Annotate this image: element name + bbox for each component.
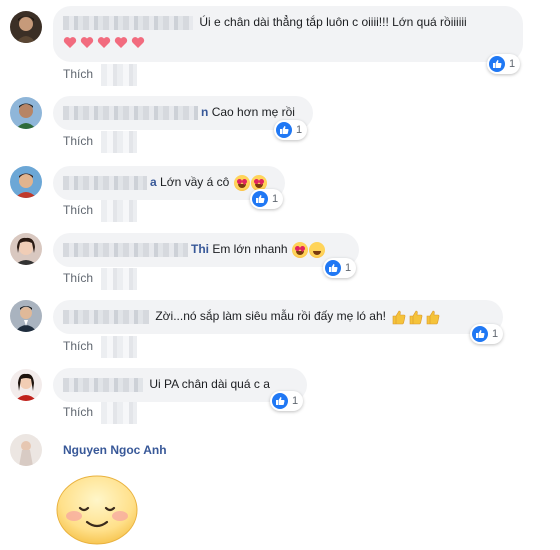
comment-bubble: Úi e chân dài thẳng tắp luôn c oiiii!!! … <box>53 6 523 62</box>
reaction-count[interactable]: 1 <box>487 54 521 74</box>
avatar[interactable] <box>10 369 42 401</box>
reaction-count[interactable]: 1 <box>323 258 357 278</box>
avatar[interactable] <box>10 97 42 129</box>
thumbs-up-emoji-icon <box>410 310 423 325</box>
heart-icon <box>97 37 111 49</box>
comment-bubble: Thi Em lớn nhanh <box>53 233 359 267</box>
avatar[interactable] <box>10 434 42 466</box>
blurred-name <box>63 309 149 324</box>
comment-bubble: Zời...nó sắp làm siêu mẫu rồi đấy mẹ ló … <box>53 300 503 334</box>
reaction-count[interactable]: 1 <box>250 189 284 209</box>
heart-eyes-emoji-icon <box>233 174 250 191</box>
comment-text: Ui PA chân dài quá c a <box>149 377 270 391</box>
like-link[interactable]: Thích <box>63 67 93 81</box>
blurred-name <box>63 175 147 190</box>
like-icon <box>472 326 488 342</box>
reaction-count[interactable]: 1 <box>274 120 308 140</box>
comment-text: Zời...nó sắp làm siêu mẫu rồi đấy mẹ ló … <box>155 309 386 323</box>
comment-actions: Thích <box>63 268 138 290</box>
heart-icon <box>131 37 145 49</box>
heart-icon <box>63 37 77 49</box>
comment-actions: Thích <box>63 200 138 222</box>
smiling-face-sticker-icon <box>56 475 138 545</box>
comment-actions: Thích <box>63 64 138 86</box>
thumbs-up-emoji-icon <box>393 310 406 325</box>
heart-icon <box>114 37 128 49</box>
comment-actions: Thích <box>63 402 138 424</box>
heart-icon <box>80 37 94 49</box>
avatar[interactable] <box>10 11 42 43</box>
like-link[interactable]: Thích <box>63 405 93 419</box>
like-link[interactable]: Thích <box>63 271 93 285</box>
comment-actions: Thích <box>63 336 138 358</box>
reaction-count[interactable]: 1 <box>270 391 304 411</box>
thumbs-up-emoji-icon <box>427 310 440 325</box>
like-link[interactable]: Thích <box>63 134 93 148</box>
avatar[interactable] <box>10 300 42 332</box>
smiling-hearts-emoji-icon <box>308 241 325 258</box>
commenter-name[interactable]: Nguyen Ngoc Anh <box>63 443 167 457</box>
comment-text: Em lớn nhanh <box>212 242 288 256</box>
blurred-name <box>63 377 143 392</box>
reaction-count[interactable]: 1 <box>470 324 504 344</box>
comment-actions: Thích <box>63 131 138 153</box>
like-icon <box>325 260 341 276</box>
like-link[interactable]: Thích <box>63 203 93 217</box>
like-icon <box>276 122 292 138</box>
like-icon <box>252 191 268 207</box>
heart-eyes-emoji-icon <box>291 241 308 258</box>
avatar[interactable] <box>10 233 42 265</box>
blurred-name <box>63 15 193 30</box>
avatar[interactable] <box>10 166 42 198</box>
comment-text: Úi e chân dài thẳng tắp luôn c oiiii!!! … <box>199 15 467 29</box>
blurred-name <box>63 105 198 120</box>
thumbs-up-emoji-icons <box>389 309 440 325</box>
comment-text: Lớn vầy á cô <box>160 175 230 189</box>
like-link[interactable]: Thích <box>63 339 93 353</box>
comment-text: Cao hơn mẹ rồi <box>211 105 295 119</box>
like-icon <box>489 56 505 72</box>
comment-bubble: Ui PA chân dài quá c a <box>53 368 307 402</box>
hearts <box>63 34 148 50</box>
like-icon <box>272 393 288 409</box>
blurred-name <box>63 242 188 257</box>
